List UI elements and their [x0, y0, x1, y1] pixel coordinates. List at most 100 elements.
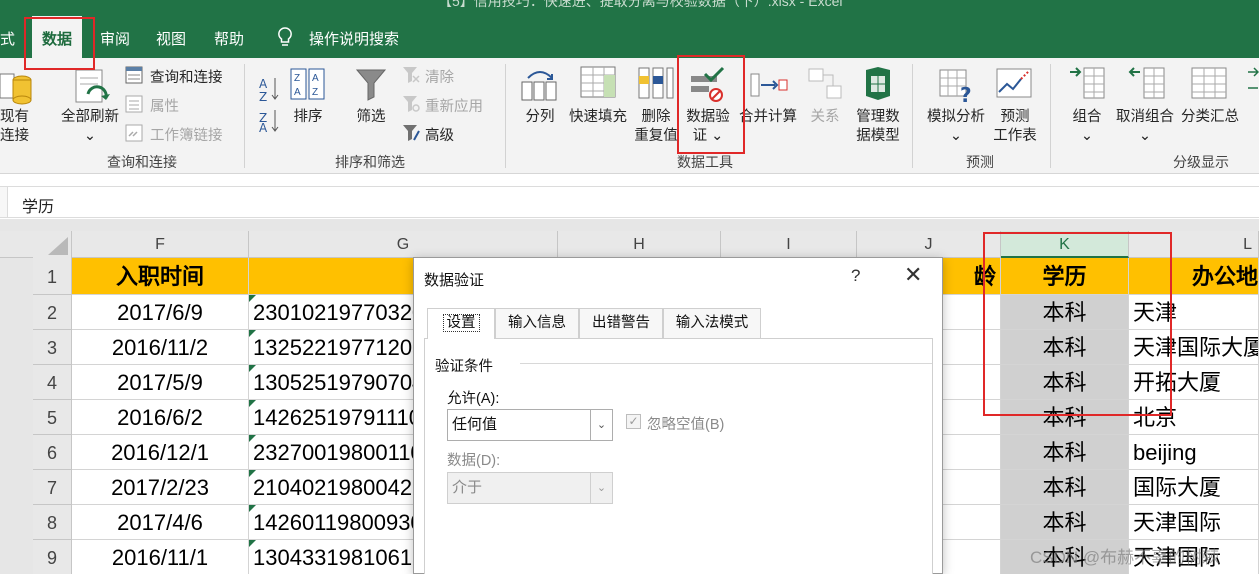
forecast-sheet-button[interactable]: 预测 工作表 [990, 108, 1040, 146]
queries-connections-button[interactable]: 查询和连接 [150, 66, 223, 87]
existing-connections-button[interactable]: 现有 连接 [0, 108, 29, 146]
row-header[interactable]: 7 [33, 470, 72, 505]
tab-ime-mode[interactable]: 输入法模式 [663, 308, 761, 338]
sort-button[interactable]: 排序 [291, 108, 325, 127]
data-validation-icon [691, 66, 725, 102]
refresh-all-button[interactable]: 全部刷新 ⌄ [58, 108, 122, 146]
ungroup-dropdown-icon: ⌄ [1138, 128, 1152, 144]
cell-l8[interactable]: 天津国际 [1129, 505, 1259, 540]
existing-connections-icon [0, 73, 32, 105]
select-all-icon [48, 237, 68, 255]
tab-review[interactable]: 审阅 [100, 28, 130, 49]
column-header-g[interactable]: G [249, 231, 558, 258]
filter-button[interactable]: 筛选 [354, 108, 388, 127]
consolidate-icon [750, 73, 788, 97]
cell-k8[interactable]: 本科 [1001, 505, 1129, 540]
row-header[interactable]: 9 [33, 540, 72, 574]
refresh-all-label: 全部刷新 [61, 109, 119, 125]
remove-duplicates-button[interactable]: 删除 重复值 [633, 108, 679, 146]
name-box-edge[interactable] [0, 187, 8, 217]
allow-select[interactable]: 任何值 ⌄ [447, 409, 613, 441]
ribbon: 现有 连接 全部刷新 ⌄ 查询和连接 属性 工作簿链接 查询和连接 A Z Z … [0, 58, 1259, 174]
flash-fill-icon [580, 66, 616, 98]
cell-l3[interactable]: 天津国际大厦 [1129, 330, 1259, 365]
cell-f4[interactable]: 2017/5/9 [72, 365, 249, 400]
text-to-columns-button[interactable]: 分列 [522, 108, 558, 127]
cell-l7[interactable]: 国际大厦 [1129, 470, 1259, 505]
ignore-blank-checkbox[interactable]: ✓ [626, 414, 641, 429]
ungroup-icon [1128, 67, 1165, 99]
column-header-f[interactable]: F [72, 231, 249, 258]
cell-f3[interactable]: 2016/11/2 [72, 330, 249, 365]
reapply-button[interactable]: 重新应用 [425, 95, 483, 116]
cell-f9[interactable]: 2016/11/1 [72, 540, 249, 574]
relationships-button[interactable]: 关系 [808, 108, 842, 127]
row-header[interactable]: 4 [33, 365, 72, 400]
cell-k4[interactable]: 本科 [1001, 365, 1129, 400]
column-header-j[interactable]: J [857, 231, 1001, 258]
cell-f2[interactable]: 2017/6/9 [72, 295, 249, 330]
cell-l2[interactable]: 天津 [1129, 295, 1259, 330]
group-button[interactable]: 组合 ⌄ [1068, 108, 1106, 146]
tab-error-alert[interactable]: 出错警告 [579, 308, 663, 338]
properties-button[interactable]: 属性 [150, 95, 179, 116]
cell-f8[interactable]: 2017/4/6 [72, 505, 249, 540]
group-label-sort-filter: 排序和筛选 [335, 154, 405, 170]
tab-input-message[interactable]: 输入信息 [495, 308, 579, 338]
column-header-k[interactable]: K [1001, 231, 1129, 258]
column-header-i[interactable]: I [721, 231, 857, 258]
row-header[interactable]: 3 [33, 330, 72, 365]
row-header[interactable]: 8 [33, 505, 72, 540]
refresh-all-dropdown-icon: ⌄ [83, 128, 97, 144]
cell-k2[interactable]: 本科 [1001, 295, 1129, 330]
ungroup-button[interactable]: 取消组合 ⌄ [1114, 108, 1176, 146]
advanced-button[interactable]: 高级 [425, 124, 454, 145]
edit-links-button[interactable]: 工作簿链接 [150, 124, 223, 145]
relationships-icon [808, 68, 842, 99]
consolidate-button[interactable]: 合并计算 [738, 108, 798, 127]
clear-button[interactable]: 清除 [425, 66, 454, 87]
column-header-l[interactable]: L [1129, 231, 1259, 258]
tell-me-search[interactable]: 操作说明搜索 [309, 28, 399, 49]
row-header[interactable]: 5 [33, 400, 72, 435]
data-select[interactable]: 介于 ⌄ [447, 472, 613, 504]
close-icon[interactable]: ✕ [904, 264, 922, 286]
cell-k7[interactable]: 本科 [1001, 470, 1129, 505]
help-button[interactable]: ? [851, 266, 860, 286]
cell-f6[interactable]: 2016/12/1 [72, 435, 249, 470]
tab-help[interactable]: 帮助 [214, 28, 244, 49]
subtotal-button[interactable]: 分类汇总 [1178, 108, 1242, 127]
cell-k3[interactable]: 本科 [1001, 330, 1129, 365]
sort-icon: ZA AZ [290, 68, 325, 100]
svg-text:Z: Z [259, 90, 267, 104]
column-header-h[interactable]: H [558, 231, 721, 258]
tab-view[interactable]: 视图 [156, 28, 186, 49]
data-model-button[interactable]: 管理数 据模型 [852, 108, 904, 146]
cell-l1[interactable]: 办公地 [1129, 258, 1259, 295]
row-header[interactable]: 2 [33, 295, 72, 330]
ignore-blank-label: 忽略空值(B) [647, 417, 725, 433]
cell-f1[interactable]: 入职时间 [72, 258, 249, 295]
flash-fill-button[interactable]: 快速填充 [567, 108, 629, 127]
data-validation-dialog: 数据验证 ? ✕ 设置 输入信息 出错警告 输入法模式 验证条件 允许(A): … [413, 257, 943, 574]
formula-input[interactable]: 学历 [22, 193, 54, 217]
what-if-analysis-button[interactable]: 模拟分析 ⌄ [924, 108, 988, 146]
cell-f5[interactable]: 2016/6/2 [72, 400, 249, 435]
tab-settings[interactable]: 设置 [427, 308, 495, 339]
data-validation-button[interactable]: 数据验 证 ⌄ [684, 108, 732, 146]
cell-l4[interactable]: 开拓大厦 [1129, 365, 1259, 400]
cell-k5[interactable]: 本科 [1001, 400, 1129, 435]
cell-l5[interactable]: 北京 [1129, 400, 1259, 435]
row-header[interactable]: 6 [33, 435, 72, 470]
row-header[interactable]: 1 [33, 258, 72, 295]
cell-k6[interactable]: 本科 [1001, 435, 1129, 470]
remove-duplicates-label-1: 删除 [641, 109, 671, 125]
cell-k1[interactable]: 学历 [1001, 258, 1129, 295]
tab-formulas[interactable]: 式 [0, 28, 15, 49]
cell-f7[interactable]: 2017/2/23 [72, 470, 249, 505]
refresh-all-icon [75, 69, 110, 103]
cell-l6[interactable]: beijing [1129, 435, 1259, 470]
data-validation-label-1: 数据验 [686, 109, 730, 125]
tab-data[interactable]: 数据 [32, 16, 83, 58]
settings-panel: 验证条件 允许(A): 任何值 ⌄ ✓ 忽略空值(B) 数据(D): 介于 ⌄ [424, 338, 933, 574]
